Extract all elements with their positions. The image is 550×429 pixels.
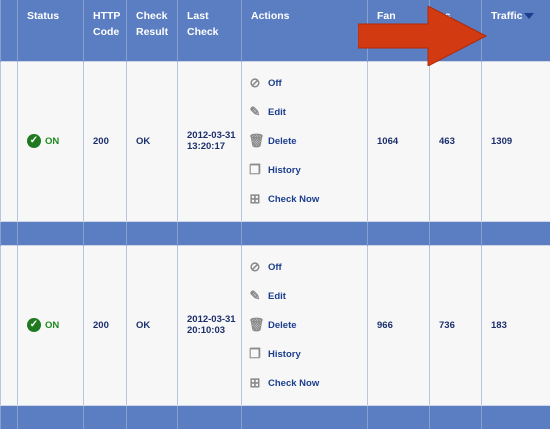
edit-action[interactable]: ✎ Edit: [248, 98, 367, 127]
off-action[interactable]: ⊘ Off: [248, 69, 367, 98]
check-now-action[interactable]: ⊞ Check Now: [248, 185, 367, 214]
status-cell: ✓ ON: [18, 61, 84, 221]
off-action[interactable]: ⊘ Off: [248, 253, 367, 282]
check-circle-icon: ✓: [27, 318, 41, 332]
check-now-label: Check Now: [268, 378, 319, 389]
check-now-action[interactable]: ⊞ Check Now: [248, 369, 367, 398]
edit-action[interactable]: ✎ Edit: [248, 282, 367, 311]
delete-action[interactable]: 🗑 Delete: [248, 127, 367, 156]
sort-desc-icon[interactable]: [524, 13, 534, 19]
table-row: ✓ ON 200 OK 2012-03-3113:20:17 ⊘ Off ✎ Edit…: [1, 61, 550, 221]
edit-icon: ✎: [248, 104, 262, 120]
col7-cell: 463: [430, 61, 482, 221]
header-http-code[interactable]: HTTP Code: [84, 0, 127, 61]
header-traffic-label: Traffic: [491, 10, 523, 22]
red-arrow-icon: [358, 6, 488, 66]
history-action[interactable]: ❐ History: [248, 340, 367, 369]
col6-cell: 1064: [368, 61, 430, 221]
delete-label: Delete: [268, 136, 297, 147]
history-icon: ❐: [248, 346, 262, 362]
separator-row: [1, 221, 550, 245]
history-label: History: [268, 165, 301, 176]
col7-cell: 736: [430, 245, 482, 405]
prohibited-icon: ⊘: [248, 75, 262, 91]
http-code-cell: 200: [84, 61, 127, 221]
off-label: Off: [268, 262, 282, 273]
header-traffic[interactable]: Traffic: [482, 0, 550, 61]
last-check-time: 20:10:03: [187, 325, 225, 336]
status-text: ON: [45, 136, 59, 147]
edit-icon: ✎: [248, 288, 262, 304]
row-spacer: [1, 61, 18, 221]
last-check-cell: 2012-03-3120:10:03: [178, 245, 242, 405]
last-check-date: 2012-03-31: [187, 314, 236, 325]
separator-row: [1, 405, 550, 429]
last-check-date: 2012-03-31: [187, 130, 236, 141]
check-result-cell: OK: [127, 245, 178, 405]
header-last-check[interactable]: Last Check: [178, 0, 242, 61]
http-code-cell: 200: [84, 245, 127, 405]
chart-icon: ⊞: [248, 375, 262, 391]
delete-action[interactable]: 🗑 Delete: [248, 311, 367, 340]
actions-cell: ⊘ Off ✎ Edit 🗑 Delete ❐ History ⊞ Check Now: [242, 61, 368, 221]
prohibited-icon: ⊘: [248, 259, 262, 275]
trash-icon: 🗑: [248, 317, 262, 333]
status-cell: ✓ ON: [18, 245, 84, 405]
history-icon: ❐: [248, 162, 262, 178]
edit-label: Edit: [268, 291, 286, 302]
history-label: History: [268, 349, 301, 360]
header-status[interactable]: Status: [18, 0, 84, 61]
trash-icon: 🗑: [248, 133, 262, 149]
header-spacer: [1, 0, 18, 61]
actions-cell: ⊘ Off ✎ Edit 🗑 Delete ❐ History ⊞ Check Now: [242, 245, 368, 405]
traffic-cell: 1309: [482, 61, 550, 221]
traffic-cell: 183: [482, 245, 550, 405]
col6-cell: 966: [368, 245, 430, 405]
status-text: ON: [45, 320, 59, 331]
edit-label: Edit: [268, 107, 286, 118]
last-check-cell: 2012-03-3113:20:17: [178, 61, 242, 221]
delete-label: Delete: [268, 320, 297, 331]
table-row: ✓ ON 200 OK 2012-03-3120:10:03 ⊘ Off ✎ Edit…: [1, 245, 550, 405]
check-now-label: Check Now: [268, 194, 319, 205]
check-result-cell: OK: [127, 61, 178, 221]
check-circle-icon: ✓: [27, 134, 41, 148]
row-spacer: [1, 245, 18, 405]
history-action[interactable]: ❐ History: [248, 156, 367, 185]
chart-icon: ⊞: [248, 191, 262, 207]
last-check-time: 13:20:17: [187, 141, 225, 152]
off-label: Off: [268, 78, 282, 89]
header-actions: Actions: [242, 0, 368, 61]
header-check-result[interactable]: Check Result: [127, 0, 178, 61]
